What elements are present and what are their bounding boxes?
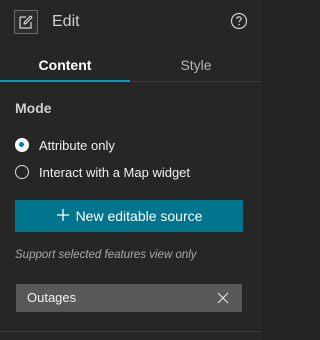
tab-style-label: Style: [180, 57, 212, 73]
mode-option-map-widget[interactable]: Interact with a Map widget: [15, 163, 190, 181]
radio-label: Attribute only: [39, 137, 115, 153]
close-icon[interactable]: [216, 291, 230, 305]
active-tab-indicator: [0, 80, 130, 82]
source-item-label: Outages: [27, 290, 77, 305]
mode-heading: Mode: [15, 100, 52, 116]
support-hint: Support selected features view only: [15, 249, 197, 261]
tab-content[interactable]: Content: [0, 48, 130, 82]
mode-option-attribute-only[interactable]: Attribute only: [15, 136, 115, 154]
panel-header: Edit: [0, 0, 262, 44]
radio-button-checked[interactable]: [15, 138, 29, 152]
edit-icon: [14, 10, 38, 34]
tab-style[interactable]: Style: [130, 48, 262, 81]
radio-label: Interact with a Map widget: [39, 164, 191, 180]
radio-button[interactable]: [15, 165, 29, 179]
edit-widget-panel: Edit Content Style Mode Attribute only I…: [0, 0, 262, 340]
source-item[interactable]: Outages: [16, 284, 242, 312]
new-editable-source-button[interactable]: New editable source: [15, 200, 243, 232]
panel-title: Edit: [52, 13, 80, 30]
tab-content-label: Content: [38, 57, 92, 73]
new-editable-source-label: New editable source: [75, 208, 203, 224]
divider: [0, 331, 262, 332]
plus-icon: [56, 207, 70, 225]
help-icon[interactable]: [230, 12, 248, 30]
tab-bar: Content Style: [0, 48, 262, 82]
